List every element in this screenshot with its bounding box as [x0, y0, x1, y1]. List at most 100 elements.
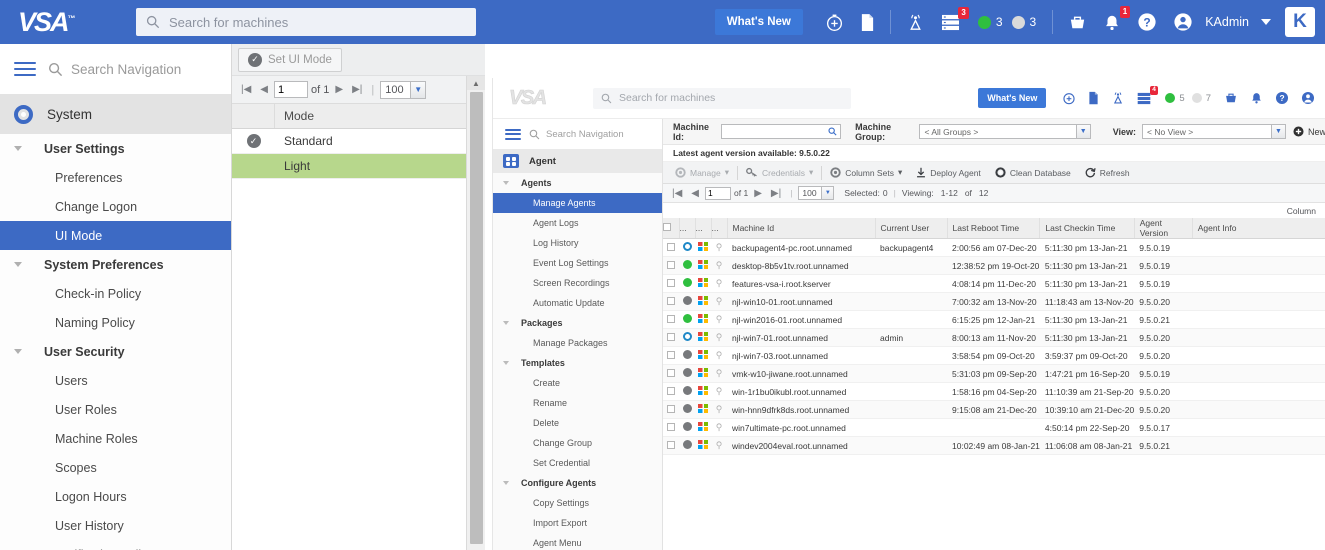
checkbox-icon[interactable] [667, 278, 675, 287]
row-detail-cell[interactable]: ⚲ [711, 382, 727, 401]
first-page-button[interactable]: |◀ [238, 84, 254, 95]
th-detail[interactable]: ... [711, 218, 728, 239]
row-checkbox-cell[interactable] [663, 382, 679, 401]
bell-icon[interactable]: 1 [1103, 5, 1131, 32]
panel-scrollbar[interactable]: ▲ [466, 76, 485, 550]
sidebar-group-system-preferences[interactable]: System Preferences [0, 250, 231, 279]
row-detail-cell[interactable]: ⚲ [711, 292, 727, 311]
preview-group-configure-agents[interactable]: Configure Agents [493, 473, 662, 493]
magnifier-icon[interactable]: ⚲ [716, 242, 723, 252]
row-detail-cell[interactable]: ⚲ [711, 238, 727, 257]
row-detail-cell[interactable]: ⚲ [711, 310, 727, 329]
deploy-agent-button[interactable]: Deploy Agent [910, 167, 987, 178]
view-select[interactable]: < No View > ▼ [1142, 124, 1286, 139]
sidebar-item-scopes[interactable]: Scopes [0, 453, 231, 482]
clock-plus-icon[interactable] [825, 13, 844, 32]
user-icon[interactable] [1301, 91, 1315, 105]
row-detail-cell[interactable]: ⚲ [711, 400, 727, 419]
row-detail-cell[interactable]: ⚲ [711, 364, 727, 383]
table-row[interactable]: ⚲ win-1r1bu0ikubl.root.unnamed 1:58:16 pm … [663, 382, 1325, 401]
preview-item-manage-packages[interactable]: Manage Packages [493, 333, 662, 353]
magnifier-icon[interactable]: ⚲ [716, 260, 723, 270]
magnifier-icon[interactable]: ⚲ [716, 368, 723, 378]
preview-whats-new-button[interactable]: What's New [978, 88, 1047, 108]
preview-item-automatic-update[interactable]: Automatic Update [493, 293, 662, 313]
preview-group-packages[interactable]: Packages [493, 313, 662, 333]
new-view-button[interactable]: New [1293, 126, 1325, 137]
preview-item-screen-recordings[interactable]: Screen Recordings [493, 273, 662, 293]
preview-item-copy-settings[interactable]: Copy Settings [493, 493, 662, 513]
preview-group-agents[interactable]: Agents [493, 173, 662, 193]
checkbox-icon[interactable] [667, 368, 675, 377]
basket-icon[interactable] [1068, 13, 1087, 32]
sidebar-module-system[interactable]: System [0, 94, 231, 134]
checkbox-icon[interactable] [667, 422, 675, 431]
magnifier-icon[interactable]: ⚲ [716, 296, 723, 306]
server-list-icon[interactable]: 3 [941, 6, 969, 31]
document-icon[interactable] [1088, 91, 1099, 105]
preview-item-import-export[interactable]: Import Export [493, 513, 662, 533]
checkbox-icon[interactable] [667, 242, 675, 251]
preview-item-set-credential[interactable]: Set Credential [493, 453, 662, 473]
th-agent-version[interactable]: Agent Version [1134, 218, 1193, 239]
magnifier-icon[interactable]: ⚲ [716, 350, 723, 360]
sidebar-group-user-settings[interactable]: User Settings [0, 134, 231, 163]
preview-item-manage-agents[interactable]: Manage Agents [493, 193, 662, 213]
mode-row-standard[interactable]: ✓ Standard [232, 129, 485, 154]
th-machine-id[interactable]: Machine Id [727, 218, 876, 239]
checkbox-icon[interactable] [667, 260, 675, 269]
row-checkbox-cell[interactable] [663, 292, 679, 311]
clean-database-button[interactable]: Clean Database [989, 167, 1077, 178]
table-row[interactable]: ⚲ win-hnn9dfrk8ds.root.unnamed 9:15:08 am … [663, 400, 1325, 419]
next-page-button[interactable]: ▶ [751, 188, 765, 199]
row-detail-cell[interactable]: ⚲ [711, 418, 727, 437]
magnifier-icon[interactable]: ⚲ [716, 386, 723, 396]
magnifier-icon[interactable]: ⚲ [716, 332, 723, 342]
table-row[interactable]: ⚲ vmk-w10-jiwane.root.unnamed 5:31:03 pm 0… [663, 364, 1325, 383]
table-row[interactable]: ⚲ windev2004eval.root.unnamed 10:02:49 am … [663, 436, 1325, 455]
column-settings-link[interactable]: Column [663, 203, 1325, 218]
th-os[interactable]: ... [695, 218, 712, 239]
server-list-icon[interactable]: 4 [1137, 85, 1159, 105]
clock-plus-icon[interactable] [1062, 91, 1076, 105]
th-status[interactable]: ... [679, 218, 696, 239]
table-row[interactable]: ⚲ features-vsa-i.root.kserver 4:08:14 pm 1… [663, 274, 1325, 293]
magnifier-icon[interactable]: ⚲ [716, 440, 723, 450]
preview-item-create[interactable]: Create [493, 373, 662, 393]
broadcast-icon[interactable] [1111, 91, 1125, 105]
document-icon[interactable] [860, 13, 875, 32]
sidebar-item-user-history[interactable]: User History [0, 511, 231, 540]
table-row[interactable]: ⚲ njl-win7-01.root.unnamed admin 8:00:13 am… [663, 328, 1325, 347]
scroll-up-icon[interactable]: ▲ [467, 76, 485, 90]
column-sets-button[interactable]: Column Sets ▾ [824, 167, 908, 178]
row-detail-cell[interactable]: ⚲ [711, 328, 727, 347]
checkbox-icon[interactable] [663, 223, 671, 231]
table-row[interactable]: ⚲ backupagent4-pc.root.unnamed backupagent… [663, 238, 1325, 257]
checkbox-icon[interactable] [667, 440, 675, 449]
last-page-button[interactable]: ▶| [349, 84, 365, 95]
scroll-thumb[interactable] [470, 92, 483, 544]
hamburger-icon[interactable] [14, 58, 36, 80]
basket-icon[interactable] [1224, 91, 1238, 105]
preview-nav-search-row[interactable]: Search Navigation [493, 119, 662, 149]
prev-page-button[interactable]: ◀ [688, 188, 702, 199]
preview-item-event-log-settings[interactable]: Event Log Settings [493, 253, 662, 273]
preview-item-change-group[interactable]: Change Group [493, 433, 662, 453]
set-ui-mode-button[interactable]: ✓ Set UI Mode [238, 47, 342, 72]
nav-search-row[interactable]: Search Navigation [0, 44, 231, 94]
help-icon[interactable]: ? [1137, 12, 1157, 32]
table-row[interactable]: ⚲ njl-win2016-01.root.unnamed 6:15:25 pm 1… [663, 310, 1325, 329]
checkbox-icon[interactable] [667, 386, 675, 395]
help-icon[interactable]: ? [1275, 91, 1289, 105]
page-size-select[interactable]: 100 ▼ [380, 80, 427, 99]
sidebar-item-machine-roles[interactable]: Machine Roles [0, 424, 231, 453]
sidebar-group-user-security[interactable]: User Security [0, 337, 231, 366]
row-checkbox-cell[interactable] [663, 346, 679, 365]
bell-icon[interactable] [1250, 91, 1263, 105]
hamburger-icon[interactable] [505, 126, 521, 142]
broadcast-icon[interactable] [906, 13, 925, 32]
row-detail-cell[interactable]: ⚲ [711, 436, 727, 455]
chevron-down-icon[interactable] [1261, 19, 1271, 25]
sidebar-item-notification-policy[interactable]: Notification Policy [0, 540, 231, 550]
row-checkbox-cell[interactable] [663, 328, 679, 347]
